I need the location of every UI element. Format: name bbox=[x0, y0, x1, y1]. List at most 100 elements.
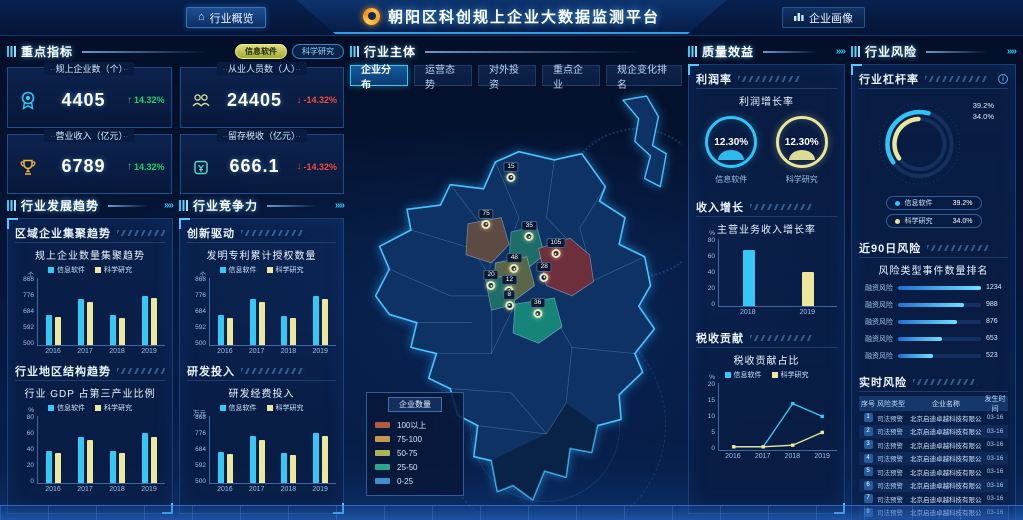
nav-enterprise-portrait[interactable]: 企业画像 bbox=[782, 7, 865, 28]
y-axis: 个868776684592500 bbox=[187, 278, 209, 346]
rnd-subtitle: 研发投入 bbox=[187, 363, 235, 379]
trend-header: 行业发展趋势 »» bbox=[7, 196, 173, 215]
recent-risk-block: 近90日风险 风险类型事件数量排名 融资风险1234融资风险988融资风险876… bbox=[859, 240, 1008, 364]
company-name: 北京启迪卓越科技有限公司 bbox=[910, 480, 982, 490]
bar bbox=[322, 299, 328, 345]
tab-对外投资[interactable]: 对外投资 bbox=[478, 65, 536, 86]
chart-plot bbox=[718, 383, 837, 451]
bar bbox=[313, 433, 319, 483]
innovation-subtitle: 创新驱动 bbox=[187, 225, 235, 241]
table-row[interactable]: 5司法预警北京启迪卓越科技有限公司03-16 bbox=[859, 465, 1008, 479]
map-legend-label: 100以上 bbox=[397, 420, 426, 431]
tab-运营态势[interactable]: 运营态势 bbox=[414, 65, 472, 86]
map-legend-label: 50-75 bbox=[397, 449, 417, 458]
structure-subheader: 行业地区结构趋势 bbox=[15, 363, 165, 381]
legend-swatch bbox=[48, 267, 54, 273]
legend-swatch bbox=[772, 372, 778, 378]
risk-bar-value: 653 bbox=[986, 335, 1008, 342]
risk-bar-track bbox=[898, 303, 981, 307]
filter-pill-科学研究[interactable]: 科学研究 bbox=[292, 44, 344, 59]
filter-pill-信息软件[interactable]: 信息软件 bbox=[235, 44, 287, 59]
occur-time: 03-16 bbox=[982, 482, 1008, 489]
hatch-decoration bbox=[117, 230, 165, 236]
metric-delta: ↓-14.32% bbox=[296, 95, 337, 106]
map-marker-20[interactable]: 20 bbox=[483, 270, 498, 290]
bar bbox=[78, 299, 84, 345]
y-tick-label: 5 bbox=[711, 429, 715, 436]
location-pin-icon bbox=[551, 249, 560, 258]
legend-swatch bbox=[267, 405, 273, 411]
map-marker-28[interactable]: 28 bbox=[537, 262, 552, 282]
table-row[interactable]: 7司法预警北京启迪卓越科技有限公司03-16 bbox=[859, 492, 1008, 506]
company-name: 北京启迪卓越科技有限公司 bbox=[910, 467, 982, 477]
risk-more-button[interactable]: »» bbox=[1003, 46, 1016, 57]
recent-subtitle: 近90日风险 bbox=[859, 240, 921, 256]
legend-item: 科学研究 bbox=[95, 403, 132, 413]
tab-规企变化排名[interactable]: 规企变化排名 bbox=[606, 65, 682, 86]
y-tick-label: 776 bbox=[195, 292, 206, 299]
income-subheader: 收入增长 bbox=[696, 199, 837, 217]
chart-plot bbox=[718, 239, 837, 307]
table-row[interactable]: 6司法预警北京启迪卓越科技有限公司03-16 bbox=[859, 479, 1008, 493]
compete-more-button[interactable]: »» bbox=[331, 200, 344, 211]
legend-label: 信息软件 bbox=[905, 198, 933, 208]
profit-subheader: 利润率 bbox=[696, 71, 837, 89]
table-row[interactable]: 3司法预警北京启迪卓越科技有限公司03-16 bbox=[859, 438, 1008, 452]
key-metrics-header: 重点指标 信息软件科学研究 bbox=[7, 42, 344, 61]
table-row[interactable]: 2司法预警北京启迪卓越科技有限公司03-16 bbox=[859, 425, 1008, 439]
map-marker-35[interactable]: 35 bbox=[522, 221, 537, 241]
header-line bbox=[763, 51, 827, 53]
bar bbox=[802, 272, 814, 306]
company-name: 北京启迪卓越科技有限公司 bbox=[910, 413, 982, 423]
metric-delta-value: -14.32% bbox=[303, 162, 337, 172]
risk-bar-fill bbox=[898, 337, 942, 341]
chart-axis: %806040200 bbox=[15, 416, 165, 484]
occur-time: 03-16 bbox=[982, 441, 1008, 448]
bar bbox=[218, 452, 224, 483]
quality-more-button[interactable]: »» bbox=[832, 46, 845, 57]
legend-item: 科学研究 bbox=[267, 265, 304, 275]
legend-item: 信息软件 bbox=[725, 370, 762, 380]
map-legend-swatch bbox=[375, 422, 390, 428]
trend-panel: 区域企业集聚趋势 规上企业数量集聚趋势 信息软件科学研究个86877668459… bbox=[7, 218, 173, 514]
tab-企业分布[interactable]: 企业分布 bbox=[350, 65, 408, 86]
chart-title: 发明专利累计授权数量 bbox=[187, 247, 336, 262]
tab-重点企业[interactable]: 重点企业 bbox=[542, 65, 600, 86]
bar bbox=[55, 317, 61, 345]
map-legend-title: 企业数量 bbox=[388, 397, 442, 412]
marker-count-badge: 15 bbox=[503, 162, 518, 172]
occur-time: 03-16 bbox=[982, 414, 1008, 421]
map-marker-75[interactable]: 75 bbox=[478, 209, 493, 229]
legend-item: 信息软件 bbox=[220, 265, 257, 275]
tax-icon bbox=[191, 157, 211, 177]
x-tick-label: 2016 bbox=[209, 484, 241, 493]
x-tick-label: 2019 bbox=[778, 307, 838, 316]
hatch-decoration bbox=[927, 245, 991, 251]
gauge-label: 信息软件 bbox=[715, 174, 747, 185]
bar bbox=[743, 250, 755, 306]
map-marker-105[interactable]: 105 bbox=[546, 238, 565, 258]
map-marker-15[interactable]: 15 bbox=[503, 162, 518, 182]
marker-count-badge: 48 bbox=[507, 253, 522, 263]
legend-item: 科学研究 bbox=[772, 370, 809, 380]
map-marker-36[interactable]: 36 bbox=[530, 298, 545, 318]
structure-subtitle: 行业地区结构趋势 bbox=[15, 363, 111, 379]
table-header-row: 序号风险类型企业名称发生时间 bbox=[859, 396, 1008, 411]
map-marker-8[interactable]: 8 bbox=[504, 290, 516, 310]
occur-time: 03-16 bbox=[982, 428, 1008, 435]
table-row[interactable]: 4司法预警北京启迪卓越科技有限公司03-16 bbox=[859, 452, 1008, 466]
info-icon[interactable]: i bbox=[998, 74, 1008, 84]
risk-bar-row: 融资风险1234 bbox=[859, 279, 1008, 296]
nav-industry-overview[interactable]: ⌂ 行业概览 bbox=[186, 7, 266, 28]
risk-header: 行业风险 »» bbox=[851, 42, 1016, 61]
row-index-badge: 7 bbox=[859, 494, 877, 503]
trend-more-button[interactable]: »» bbox=[160, 200, 173, 211]
hatch-decoration bbox=[925, 76, 989, 82]
y-tick-label: 684 bbox=[195, 308, 206, 315]
y-tick-label: 80 bbox=[27, 414, 34, 421]
rnd-subheader: 研发投入 bbox=[187, 363, 336, 381]
legend-swatch bbox=[220, 267, 226, 273]
map-marker-48[interactable]: 48 bbox=[507, 253, 522, 273]
chart-axis: %806040200 bbox=[696, 239, 837, 307]
patent-bar-chart: 信息软件科学研究个8687766845925002016201720182019 bbox=[187, 264, 336, 355]
